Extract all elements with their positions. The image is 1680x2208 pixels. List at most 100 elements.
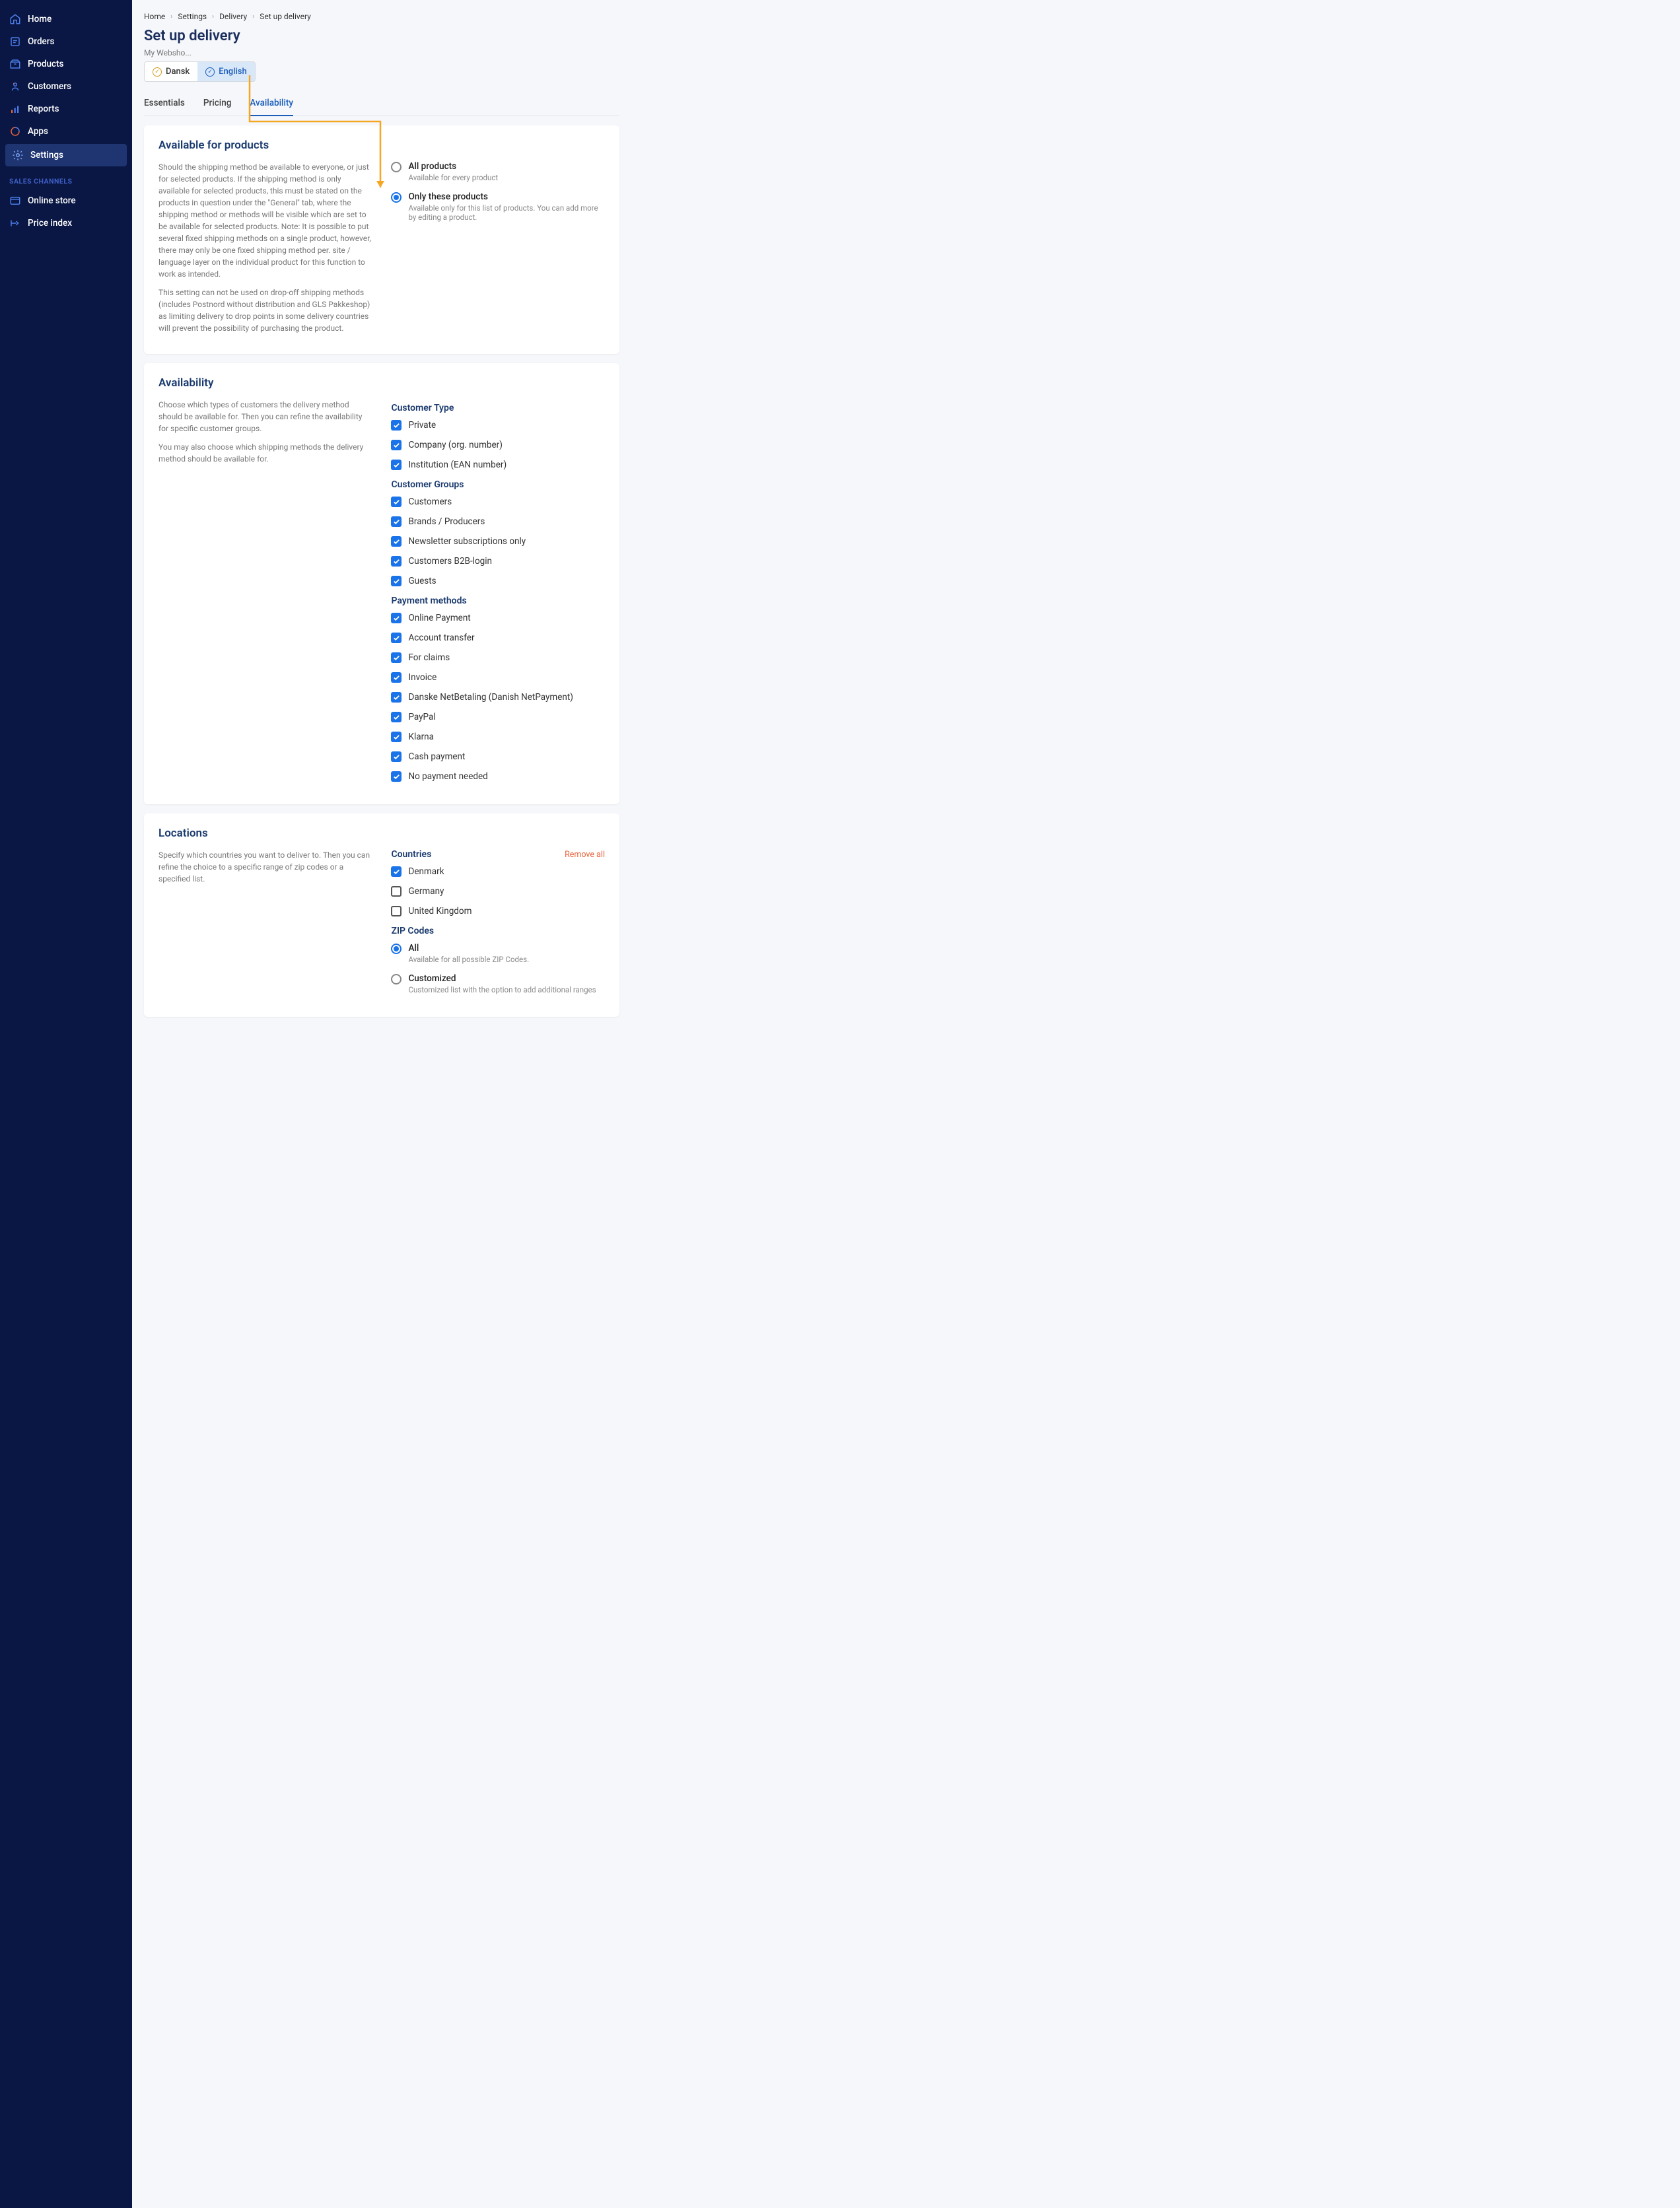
nav-label: Online store — [28, 195, 76, 206]
card-title: Locations — [158, 827, 605, 840]
help-text: Specify which countries you want to deli… — [158, 849, 372, 885]
checkbox-danske-netbetaling-danish-netpayment[interactable]: Danske NetBetaling (Danish NetPayment) — [391, 692, 605, 703]
radio-zip-customized[interactable]: Customized Customized list with the opti… — [391, 973, 605, 994]
nav-apps[interactable]: Apps — [0, 120, 132, 143]
nav-label: Orders — [28, 36, 55, 47]
apps-icon — [9, 125, 21, 137]
checkbox-label: United Kingdom — [408, 906, 472, 916]
card-title: Available for products — [158, 139, 605, 152]
nav-home[interactable]: Home — [0, 8, 132, 30]
card-locations: Locations Specify which countries you wa… — [144, 813, 619, 1017]
checkbox-account-transfer[interactable]: Account transfer — [391, 633, 605, 643]
lang-label: Dansk — [166, 67, 190, 77]
nav-settings[interactable]: Settings — [5, 144, 127, 166]
checkbox-customers-b2b-login[interactable]: Customers B2B-login — [391, 556, 605, 567]
nav-label: Reports — [28, 104, 59, 114]
checkbox-label: Invoice — [408, 672, 437, 683]
nav-label: Customers — [28, 81, 71, 92]
checkbox-icon — [391, 633, 402, 643]
checkbox-guests[interactable]: Guests — [391, 576, 605, 586]
breadcrumb-link[interactable]: Settings — [178, 12, 207, 21]
checkbox-icon — [391, 536, 402, 547]
tabs: Essentials Pricing Availability — [144, 94, 619, 116]
radio-only-these-products[interactable]: Only these products Available only for t… — [391, 191, 605, 222]
section-customer-groups: Customer Groups — [391, 479, 605, 490]
page-title: Set up delivery — [144, 28, 619, 44]
help-text: Choose which types of customers the deli… — [158, 399, 372, 434]
breadcrumb-link[interactable]: Home — [144, 12, 165, 21]
checkbox-paypal[interactable]: PayPal — [391, 712, 605, 722]
checkbox-newsletter-subscriptions-only[interactable]: Newsletter subscriptions only — [391, 536, 605, 547]
store-icon — [9, 195, 21, 207]
radio-icon — [391, 974, 402, 984]
checkbox-label: Danske NetBetaling (Danish NetPayment) — [408, 692, 573, 703]
checkbox-private[interactable]: Private — [391, 420, 605, 431]
checkbox-cash-payment[interactable]: Cash payment — [391, 751, 605, 762]
page-subtitle: My Websho... — [144, 48, 619, 57]
nav-orders[interactable]: Orders — [0, 30, 132, 53]
tab-pricing[interactable]: Pricing — [203, 94, 231, 116]
checkbox-icon — [391, 556, 402, 567]
products-icon — [9, 58, 21, 70]
checkbox-denmark[interactable]: Denmark — [391, 866, 605, 877]
nav-label: Settings — [30, 150, 63, 160]
checkbox-label: No payment needed — [408, 771, 487, 782]
checkbox-for-claims[interactable]: For claims — [391, 652, 605, 663]
nav-reports[interactable]: Reports — [0, 98, 132, 120]
checkbox-icon — [391, 652, 402, 663]
nav-label: Price index — [28, 218, 72, 228]
radio-icon — [391, 192, 402, 203]
checkbox-label: Germany — [408, 886, 444, 897]
radio-sublabel: Customized list with the option to add a… — [408, 985, 596, 994]
radio-all-products[interactable]: All products Available for every product — [391, 161, 605, 182]
card-title: Availability — [158, 376, 605, 390]
checkbox-icon — [391, 751, 402, 762]
lang-english[interactable]: ✓ English — [197, 62, 255, 81]
checkbox-label: Private — [408, 420, 436, 431]
nav-customers[interactable]: Customers — [0, 75, 132, 98]
checkbox-company-org-number[interactable]: Company (org. number) — [391, 440, 605, 450]
checkbox-icon — [391, 672, 402, 683]
section-customer-type: Customer Type — [391, 403, 605, 413]
checkbox-label: For claims — [408, 652, 450, 663]
remove-all-link[interactable]: Remove all — [565, 850, 605, 860]
checkbox-brands-producers[interactable]: Brands / Producers — [391, 516, 605, 527]
checkbox-label: Online Payment — [408, 613, 470, 623]
tab-availability[interactable]: Availability — [250, 94, 293, 116]
checkbox-invoice[interactable]: Invoice — [391, 672, 605, 683]
nav-online-store[interactable]: Online store — [0, 190, 132, 212]
help-text: Should the shipping method be available … — [158, 161, 372, 280]
breadcrumb-link[interactable]: Delivery — [219, 12, 247, 21]
checkbox-online-payment[interactable]: Online Payment — [391, 613, 605, 623]
checkbox-united-kingdom[interactable]: United Kingdom — [391, 906, 605, 916]
reports-icon — [9, 103, 21, 115]
checkbox-label: PayPal — [408, 712, 435, 722]
nav-products[interactable]: Products — [0, 53, 132, 75]
help-text: This setting can not be used on drop-off… — [158, 287, 372, 334]
checkbox-no-payment-needed[interactable]: No payment needed — [391, 771, 605, 782]
lang-dansk[interactable]: ✓ Dansk — [145, 62, 197, 81]
checkbox-icon — [391, 613, 402, 623]
checkbox-institution-ean-number[interactable]: Institution (EAN number) — [391, 460, 605, 470]
checkbox-customers[interactable]: Customers — [391, 497, 605, 507]
nav-section-label: SALES CHANNELS — [0, 168, 132, 190]
checkbox-label: Newsletter subscriptions only — [408, 536, 526, 547]
lang-label: English — [219, 67, 247, 77]
breadcrumb: Home › Settings › Delivery › Set up deli… — [144, 12, 619, 21]
checkbox-icon — [391, 460, 402, 470]
nav-label: Products — [28, 59, 63, 69]
section-zip-codes: ZIP Codes — [391, 926, 605, 936]
tab-essentials[interactable]: Essentials — [144, 94, 185, 116]
checkbox-icon — [391, 497, 402, 507]
orders-icon — [9, 36, 21, 48]
radio-zip-all[interactable]: All Available for all possible ZIP Codes… — [391, 943, 605, 964]
checkbox-germany[interactable]: Germany — [391, 886, 605, 897]
radio-sublabel: Available for every product — [408, 173, 498, 182]
sidebar: Home Orders Products Customers Reports — [0, 0, 132, 2208]
checkbox-icon — [391, 866, 402, 877]
nav-label: Apps — [28, 126, 48, 137]
help-text: You may also choose which shipping metho… — [158, 441, 372, 465]
nav-price-index[interactable]: Price index — [0, 212, 132, 234]
checkbox-klarna[interactable]: Klarna — [391, 732, 605, 742]
gear-icon — [12, 149, 24, 161]
